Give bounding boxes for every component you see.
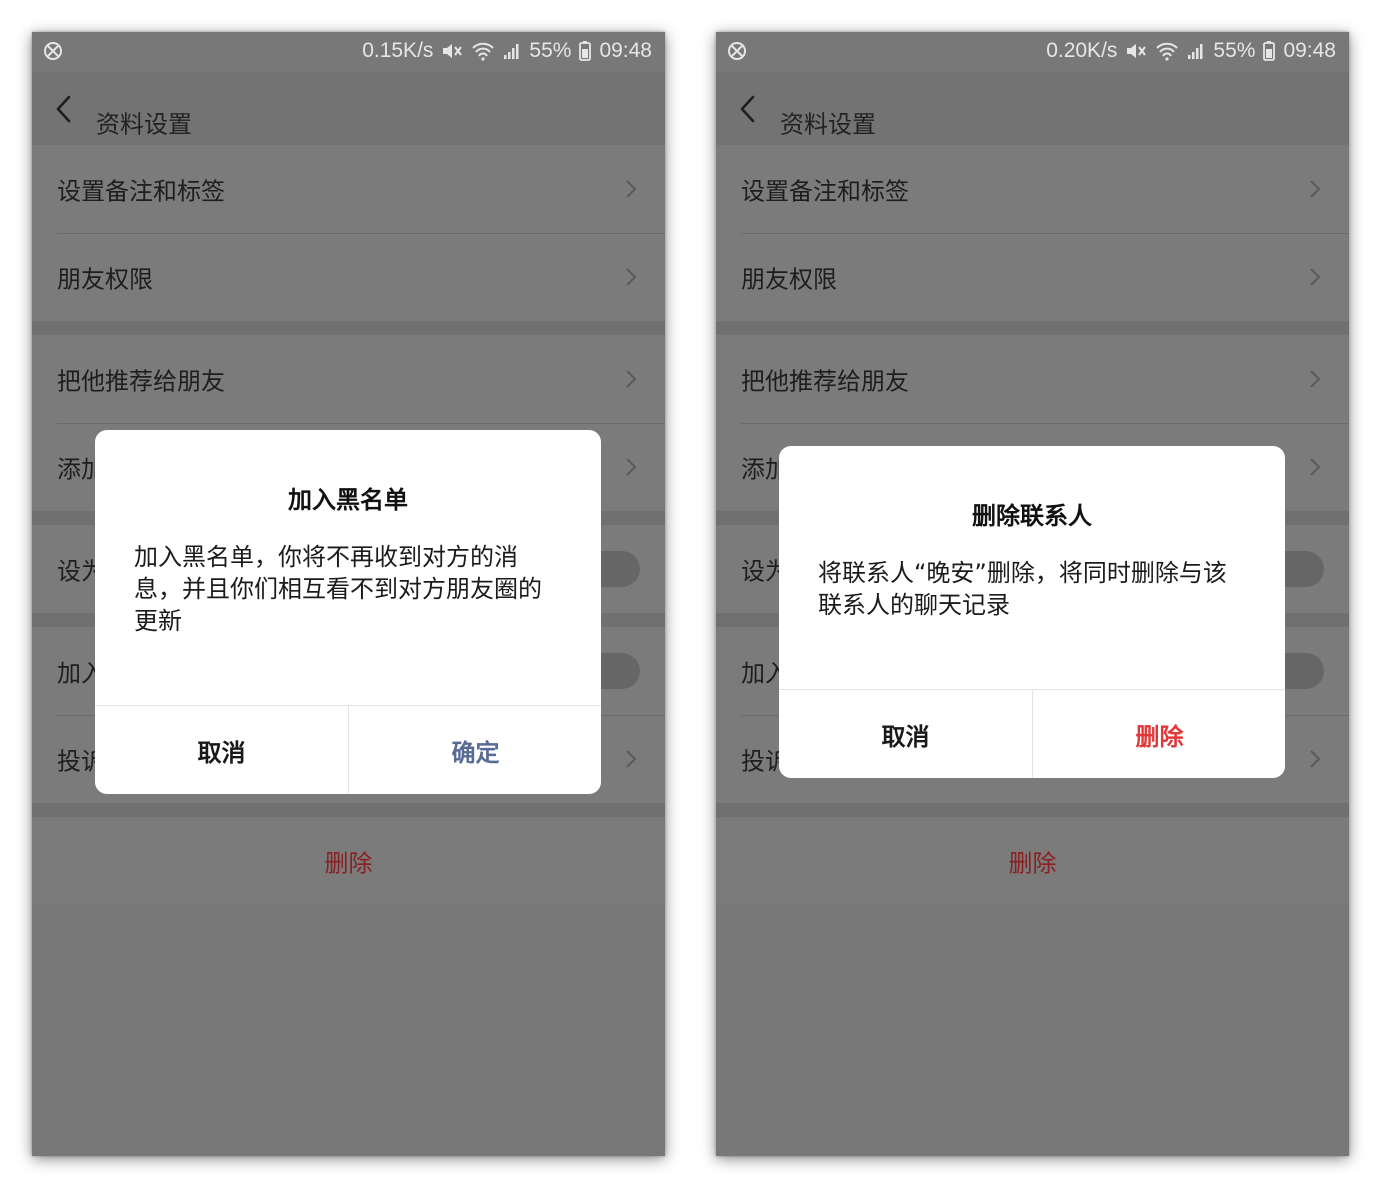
back-arrow-icon[interactable] bbox=[738, 94, 758, 124]
row-label: 设置备注和标签 bbox=[741, 177, 909, 206]
page-title: 资料设置 bbox=[780, 110, 876, 139]
wifi-icon bbox=[472, 42, 495, 61]
section-gap bbox=[716, 321, 1349, 335]
battery-icon bbox=[579, 41, 592, 61]
row-friend-permission[interactable]: 朋友权限 bbox=[716, 233, 1349, 321]
chevron-right-icon bbox=[1310, 180, 1321, 198]
chevron-right-icon bbox=[1310, 750, 1321, 768]
row-friend-permission[interactable]: 朋友权限 bbox=[32, 233, 665, 321]
dialog-message: 加入黑名单，你将不再收到对方的消息，并且你们相互看不到对方朋友圈的更新 bbox=[134, 543, 542, 635]
row-recommend[interactable]: 把他推荐给朋友 bbox=[716, 335, 1349, 423]
row-remark-tags[interactable]: 设置备注和标签 bbox=[32, 145, 665, 233]
delete-label: 删除 bbox=[1008, 849, 1057, 878]
top-bar: 资料设置 bbox=[716, 72, 1349, 145]
chevron-right-icon bbox=[1310, 370, 1321, 388]
phone-screen-delete-contact: 0.20K/s 55% 09:48 资料设置 设置备注和标签 朋友权限 把他推荐… bbox=[716, 32, 1349, 1156]
confirm-button[interactable]: 确定 bbox=[349, 706, 601, 794]
sync-off-icon bbox=[44, 42, 62, 60]
status-bar: 0.20K/s 55% 09:48 bbox=[716, 32, 1349, 72]
delete-contact-dialog: 删除联系人 将联系人“晚安”删除，将同时删除与该联系人的聊天记录 取消 删除 bbox=[779, 446, 1285, 778]
wifi-icon bbox=[1156, 42, 1179, 61]
section-gap bbox=[32, 321, 665, 335]
row-label: 朋友权限 bbox=[57, 265, 153, 294]
row-label: 把他推荐给朋友 bbox=[741, 367, 909, 396]
dialog-message: 将联系人“晚安”删除，将同时删除与该联系人的聊天记录 bbox=[818, 559, 1227, 619]
status-bar: 0.15K/s 55% 09:48 bbox=[32, 32, 665, 72]
chevron-right-icon bbox=[1310, 268, 1321, 286]
delete-label: 删除 bbox=[324, 849, 373, 878]
network-speed: 0.20K/s bbox=[1046, 39, 1118, 62]
cancel-button[interactable]: 取消 bbox=[779, 690, 1032, 778]
dialog-title: 删除联系人 bbox=[972, 502, 1092, 530]
delete-contact-button[interactable]: 删除 bbox=[716, 817, 1349, 905]
mute-icon bbox=[1127, 44, 1147, 58]
chevron-right-icon bbox=[626, 370, 637, 388]
row-label: 设置备注和标签 bbox=[57, 177, 225, 206]
row-remark-tags[interactable]: 设置备注和标签 bbox=[716, 145, 1349, 233]
mute-icon bbox=[443, 44, 463, 58]
sync-off-icon bbox=[728, 42, 746, 60]
settings-group-1: 设置备注和标签 朋友权限 bbox=[716, 145, 1349, 321]
chevron-right-icon bbox=[1310, 458, 1321, 476]
dialog-title: 加入黑名单 bbox=[288, 486, 408, 514]
battery-icon bbox=[1263, 41, 1276, 61]
section-gap bbox=[716, 803, 1349, 817]
chevron-right-icon bbox=[626, 458, 637, 476]
section-gap bbox=[32, 803, 665, 817]
blacklist-dialog: 加入黑名单 加入黑名单，你将不再收到对方的消息，并且你们相互看不到对方朋友圈的更… bbox=[95, 430, 601, 794]
row-label: 把他推荐给朋友 bbox=[57, 367, 225, 396]
chevron-right-icon bbox=[626, 750, 637, 768]
signal-icon bbox=[1188, 44, 1203, 59]
delete-contact-button[interactable]: 删除 bbox=[32, 817, 665, 905]
chevron-right-icon bbox=[626, 268, 637, 286]
signal-icon bbox=[504, 44, 519, 59]
row-recommend[interactable]: 把他推荐给朋友 bbox=[32, 335, 665, 423]
cancel-button[interactable]: 取消 bbox=[95, 706, 348, 794]
top-bar: 资料设置 bbox=[32, 72, 665, 145]
back-arrow-icon[interactable] bbox=[54, 94, 74, 124]
phone-screen-blacklist: 0.15K/s 55% 09:48 资料设置 设置备注和标签 朋友权限 把他推荐… bbox=[32, 32, 665, 1156]
chevron-right-icon bbox=[626, 180, 637, 198]
network-speed: 0.15K/s bbox=[362, 39, 434, 62]
battery-percent: 55% bbox=[529, 39, 572, 62]
confirm-delete-button[interactable]: 删除 bbox=[1033, 690, 1285, 778]
settings-group-1: 设置备注和标签 朋友权限 bbox=[32, 145, 665, 321]
row-label: 朋友权限 bbox=[741, 265, 837, 294]
page-title: 资料设置 bbox=[96, 110, 192, 139]
battery-percent: 55% bbox=[1213, 39, 1256, 62]
clock: 09:48 bbox=[599, 39, 652, 62]
clock: 09:48 bbox=[1283, 39, 1336, 62]
